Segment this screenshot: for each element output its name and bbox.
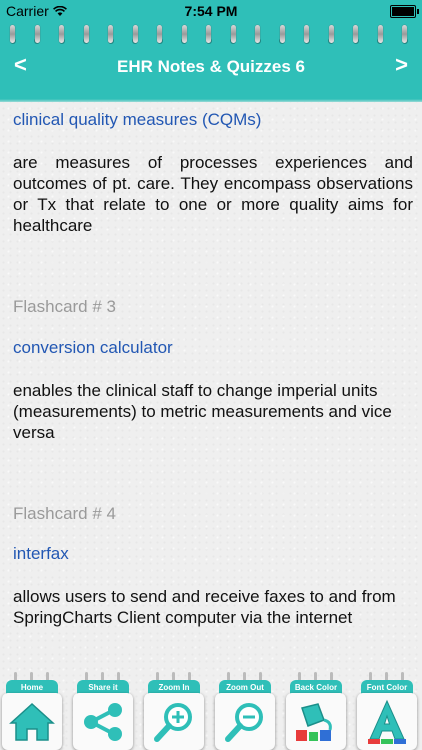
binding-ring — [181, 25, 187, 43]
binding-ring — [304, 25, 309, 43]
binding-ring — [34, 25, 40, 43]
status-bar: Carrier 7:54 PM — [0, 0, 422, 22]
nav-divider — [0, 99, 422, 102]
back-color-button[interactable]: Back Color — [284, 672, 348, 750]
nav-bar: < EHR Notes & Quizzes 6 > — [0, 22, 422, 102]
binding-ring — [59, 25, 64, 43]
binding-ring — [206, 25, 211, 43]
home-icon — [9, 702, 55, 741]
share-label: Share it — [77, 680, 129, 694]
flashcard-definition: allows users to send and receive faxes t… — [13, 587, 396, 627]
back-color-label: Back Color — [290, 680, 342, 694]
zoom-in-icon — [154, 702, 192, 742]
share-icon — [84, 702, 122, 741]
binding-ring — [279, 25, 285, 43]
flashcard-definition: enables the clinical staff to change imp… — [13, 381, 392, 442]
zoom-out-label: Zoom Out — [219, 680, 271, 694]
binding-ring — [255, 25, 260, 43]
bottom-toolbar: Home Share it Zoom In Zoom Out Back Colo… — [0, 672, 422, 750]
flashcard-term: conversion calculator — [13, 338, 173, 357]
flashcard-term: clinical quality measures (CQMs) — [13, 110, 262, 129]
flashcard-term: interfax — [13, 544, 69, 563]
battery-icon — [390, 5, 419, 18]
binding-ring — [83, 25, 89, 43]
binding-ring — [108, 25, 113, 43]
forward-button[interactable]: > — [395, 52, 408, 78]
clock: 7:54 PM — [184, 3, 238, 19]
zoom-in-button[interactable]: Zoom In — [142, 672, 206, 750]
binding-ring — [377, 25, 383, 43]
spiral-binding — [0, 22, 422, 48]
zoom-in-label: Zoom In — [148, 680, 200, 694]
flashcard-label: Flashcard # 3 — [13, 297, 116, 316]
flashcard-label: Flashcard # 4 — [13, 504, 116, 523]
page-title: EHR Notes & Quizzes 6 — [117, 57, 305, 76]
font-color-button[interactable]: Font Color — [355, 672, 419, 750]
paint-bucket-icon — [296, 702, 332, 741]
font-color-label: Font Color — [361, 680, 413, 694]
binding-ring — [353, 25, 358, 43]
zoom-out-icon — [225, 702, 263, 742]
binding-ring — [10, 25, 15, 43]
share-button[interactable]: Share it — [71, 672, 135, 750]
home-button[interactable]: Home — [0, 672, 64, 750]
binding-ring — [230, 25, 236, 43]
binding-ring — [132, 25, 138, 43]
home-label: Home — [6, 680, 58, 694]
zoom-out-button[interactable]: Zoom Out — [213, 672, 277, 750]
font-color-icon — [368, 699, 406, 744]
binding-ring — [328, 25, 334, 43]
flashcard-definition: are measures of processes experiences an… — [13, 153, 413, 235]
binding-ring — [157, 25, 162, 43]
binding-ring — [402, 25, 407, 43]
